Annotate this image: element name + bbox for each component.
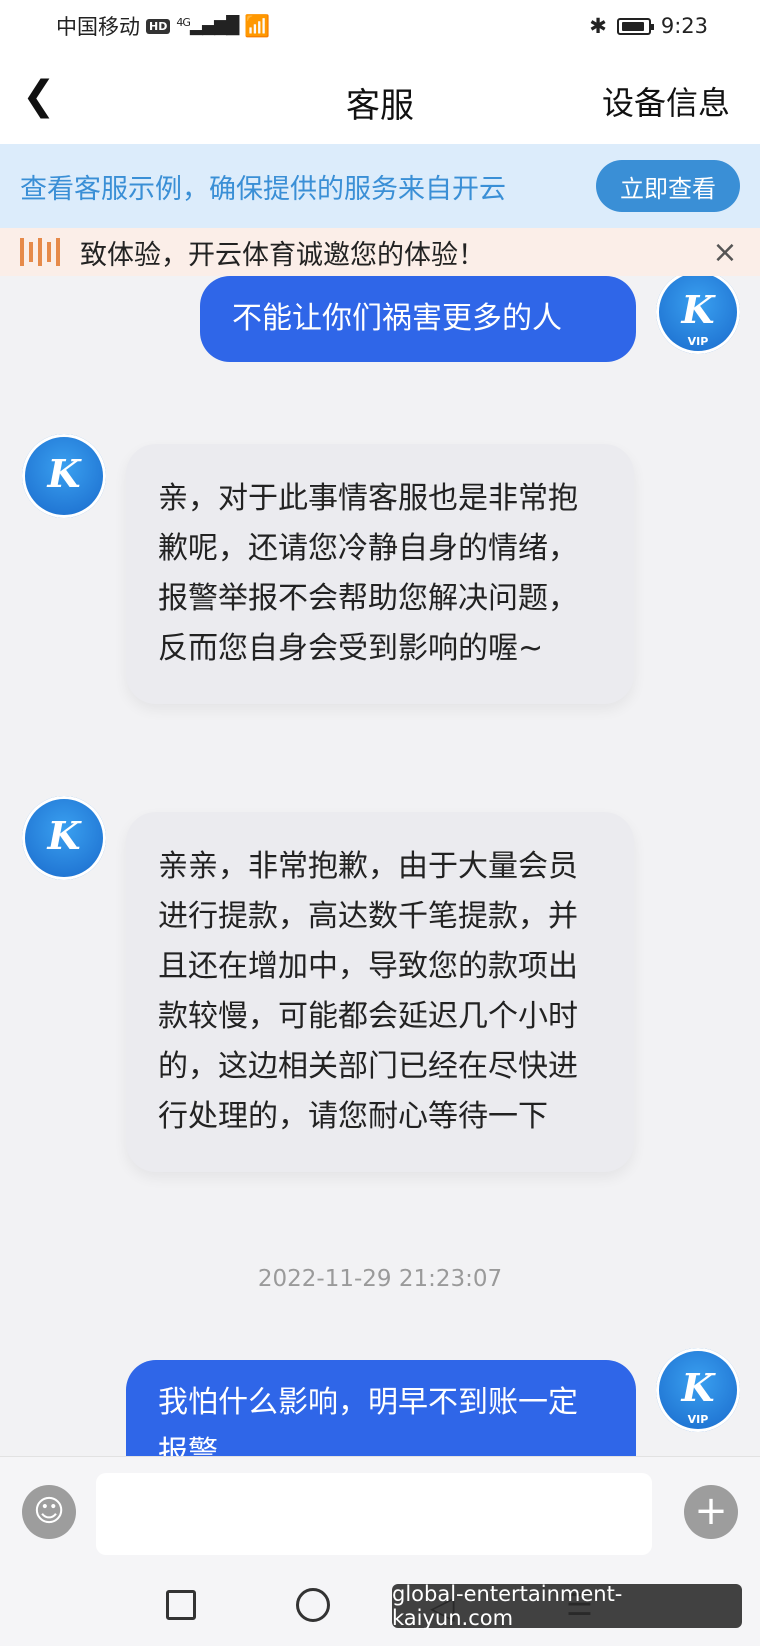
avatar-logo: K bbox=[681, 1364, 715, 1410]
message-bubble-outgoing: 我怕什么影响，明早不到账一定报警 bbox=[126, 1360, 636, 1456]
message-bubble-outgoing: 不能让你们祸害更多的人 bbox=[200, 276, 636, 362]
battery-icon bbox=[616, 17, 654, 35]
avatar-logo: K bbox=[47, 812, 81, 858]
info-banner: 查看客服示例，确保提供的服务来自开云 立即查看 bbox=[0, 144, 760, 228]
close-icon[interactable]: × bbox=[710, 235, 740, 270]
chat-area[interactable]: 不能让你们祸害更多的人 K VIP K 亲，对于此事情客服也是非常抱歉呢，还请您… bbox=[0, 276, 760, 1456]
hd-badge: HD bbox=[146, 18, 171, 34]
avatar: K bbox=[22, 434, 106, 518]
notice-bar: 致体验，开云体育诚邀您的体验！ × bbox=[0, 228, 760, 276]
app-screen: 中国移动 HD 4G▂▄▆█ 📶 ✱ 9:23 ❮ 客服 设备信息 查看客服示例… bbox=[0, 0, 760, 1646]
clock: 9:23 bbox=[660, 14, 708, 38]
message-text: 我怕什么影响，明早不到账一定报警 bbox=[158, 1385, 578, 1456]
message-timestamp: 2022-11-29 21:23:07 bbox=[257, 1266, 503, 1292]
carrier-label: 中国移动 bbox=[56, 15, 140, 39]
recent-apps-icon[interactable] bbox=[166, 1590, 196, 1620]
message-input[interactable] bbox=[96, 1473, 652, 1555]
avatar: K VIP bbox=[656, 1348, 740, 1432]
avatar: K bbox=[22, 796, 106, 880]
vip-badge: VIP bbox=[687, 335, 709, 348]
signal-icon: 4G▂▄▆█ bbox=[176, 16, 239, 36]
notice-text: 致体验，开云体育诚邀您的体验！ bbox=[80, 239, 485, 271]
watermark: global-entertainment-kaiyun.com bbox=[392, 1582, 742, 1630]
wifi-icon: 📶 bbox=[244, 13, 271, 38]
view-now-button[interactable]: 立即查看 bbox=[596, 160, 740, 212]
device-info-button[interactable]: 设备信息 bbox=[602, 78, 730, 124]
plus-icon[interactable]: + bbox=[684, 1485, 738, 1539]
home-icon[interactable] bbox=[296, 1588, 330, 1622]
message-bubble-incoming: 亲亲，非常抱歉，由于大量会员进行提款，高达数千笔提款，并且还在增加中，导致您的款… bbox=[126, 812, 634, 1172]
avatar-logo: K bbox=[681, 286, 715, 332]
vip-badge: VIP bbox=[687, 1413, 709, 1426]
message-text: 不能让你们祸害更多的人 bbox=[232, 301, 562, 336]
message-input-bar: ☺ + bbox=[0, 1456, 760, 1566]
speaker-icon bbox=[20, 238, 60, 266]
avatar-logo: K bbox=[47, 450, 81, 496]
status-bar: 中国移动 HD 4G▂▄▆█ 📶 ✱ 9:23 bbox=[0, 0, 760, 52]
nav-bar: ❮ 客服 设备信息 bbox=[0, 52, 760, 144]
message-bubble-incoming: 亲，对于此事情客服也是非常抱歉呢，还请您冷静自身的情绪，报警举报不会帮助您解决问… bbox=[126, 444, 634, 704]
message-text: 亲亲，非常抱歉，由于大量会员进行提款，高达数千笔提款，并且还在增加中，导致您的款… bbox=[158, 849, 578, 1134]
emoji-icon[interactable]: ☺ bbox=[22, 1485, 76, 1539]
message-text: 亲，对于此事情客服也是非常抱歉呢，还请您冷静自身的情绪，报警举报不会帮助您解决问… bbox=[158, 481, 578, 666]
avatar: K VIP bbox=[656, 276, 740, 354]
banner-text: 查看客服示例，确保提供的服务来自开云 bbox=[20, 173, 506, 205]
bluetooth-icon: ✱ bbox=[589, 14, 607, 38]
